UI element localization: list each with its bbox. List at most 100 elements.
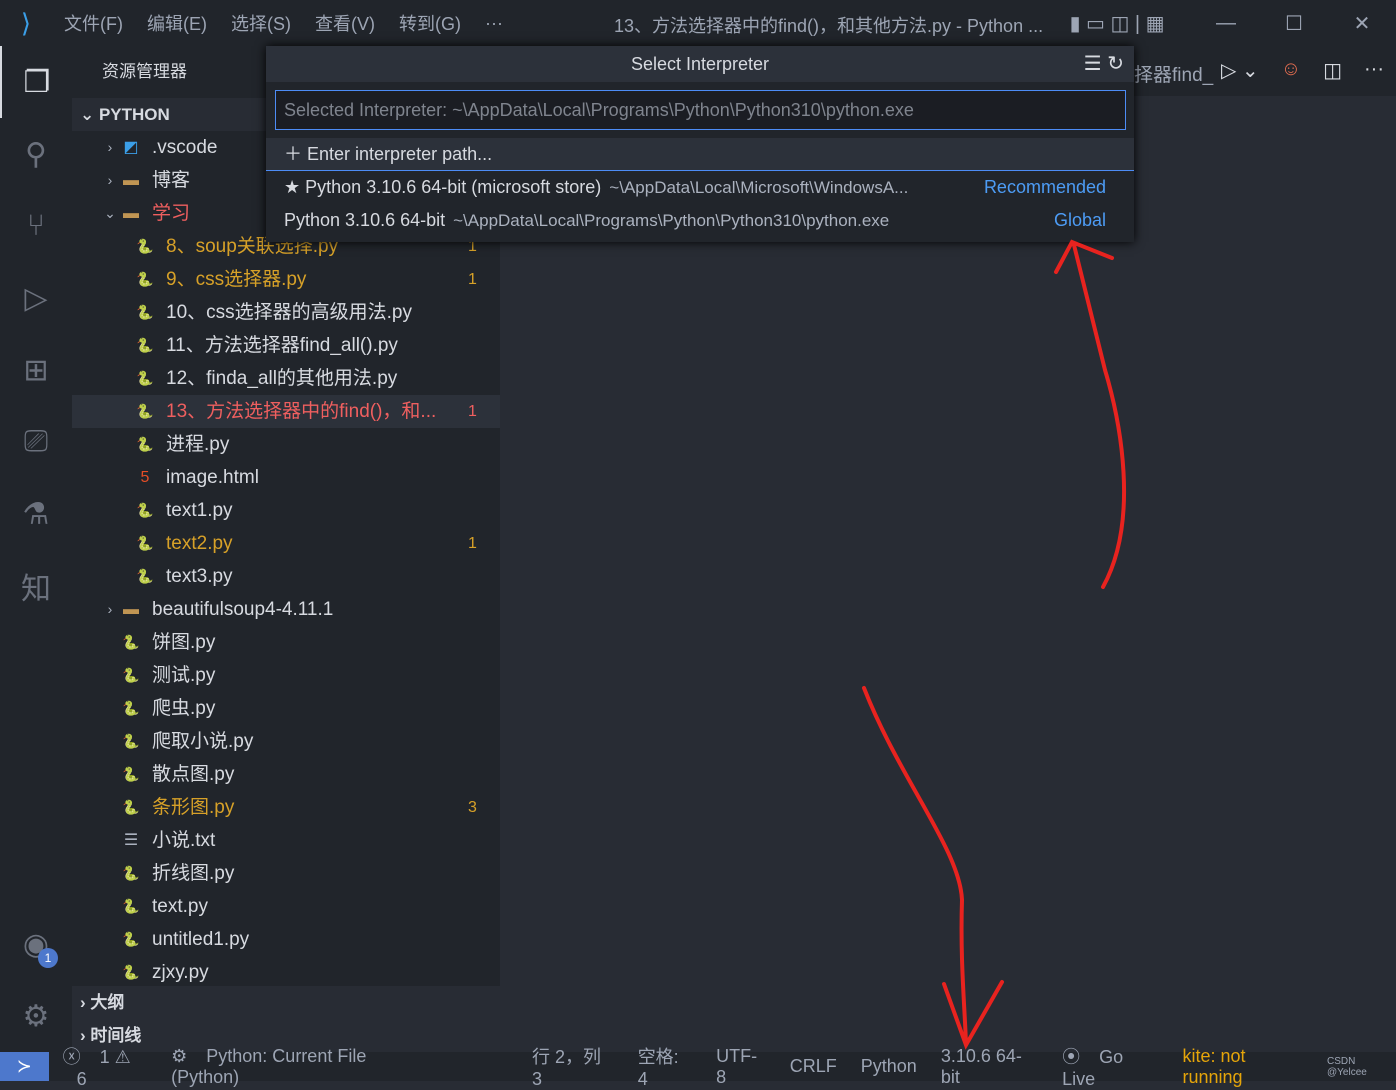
encoding[interactable]: UTF-8 [716, 1046, 766, 1088]
tree-item-label: text1.py [166, 500, 233, 521]
menu-selection[interactable]: 选择(S) [219, 10, 303, 36]
menu-view[interactable]: 查看(V) [303, 10, 387, 36]
tree-item-label: 13、方法选择器中的find()，和... [166, 401, 437, 422]
text-file-icon: ☰ [123, 832, 139, 849]
menu-more[interactable]: ··· [473, 13, 515, 34]
problem-badge: 1 [468, 535, 477, 552]
accounts-icon[interactable]: ◉ 1 [0, 908, 72, 980]
python-icon: 🐍 [122, 634, 140, 650]
tree-item-label: 散点图.py [152, 764, 235, 785]
tree-item[interactable]: 🐍 条形图.py 3 [72, 791, 500, 824]
problem-badge: 1 [468, 271, 477, 288]
tree-item[interactable]: 🐍 进程.py [72, 428, 500, 461]
menu-edit[interactable]: 编辑(E) [135, 10, 219, 36]
explorer-icon[interactable]: ❐ [0, 46, 72, 118]
interpreter-option[interactable]: ★ Python 3.10.6 64-bit (microsoft store)… [266, 171, 1134, 204]
remote-icon[interactable]: ≻ [0, 1052, 49, 1081]
maximize-button[interactable]: ☐ [1260, 11, 1328, 36]
tree-item-label: 小说.txt [152, 830, 216, 851]
clear-icon[interactable]: ☰ [1084, 53, 1102, 75]
option-desc: ~\AppData\Local\Microsoft\WindowsA... [609, 178, 909, 197]
tree-item-label: 学习 [152, 203, 191, 224]
split-editor-icon[interactable]: ◫ [1323, 58, 1342, 83]
tree-item-label: zjxy.py [152, 962, 209, 983]
tab-partial-title[interactable]: 择器find_ [1134, 60, 1213, 87]
python-icon: 🐍 [122, 766, 140, 782]
quickpick-title: Select Interpreter [630, 54, 770, 74]
refresh-icon[interactable]: ↻ [1107, 53, 1124, 75]
tree-item[interactable]: 🐍 测试.py [72, 659, 500, 692]
interpreter-status[interactable]: 3.10.6 64-bit [941, 1046, 1038, 1088]
menu-go[interactable]: 转到(G) [387, 10, 473, 36]
tree-item[interactable]: 🐍 zjxy.py [72, 956, 500, 989]
run-icon[interactable]: ▷ ⌄ [1221, 58, 1259, 83]
tree-item[interactable]: 🐍 text2.py 1 [72, 527, 500, 560]
python-icon: 🐍 [136, 535, 154, 551]
tree-item[interactable]: 🐍 11、方法选择器find_all().py [72, 329, 500, 362]
problems-indicator[interactable]: ⓧ 1 ⚠ 6 [63, 1043, 158, 1090]
tree-item[interactable]: › ▬ beautifulsoup4-4.11.1 [72, 593, 500, 626]
python-icon: 🐍 [136, 370, 154, 386]
tree-item[interactable]: 🐍 散点图.py [72, 758, 500, 791]
close-button[interactable]: ✕ [1328, 11, 1396, 36]
zhihu-icon[interactable]: 知 [0, 550, 72, 622]
source-control-icon[interactable]: ⑂ [0, 190, 72, 262]
search-icon[interactable]: ⚲ [0, 118, 72, 190]
window-title: 13、方法选择器中的find()，和其他方法.py - Python ... [614, 16, 1044, 36]
activity-bar: ❐ ⚲ ⑂ ▷ ⊞ ⎚ ⚗ 知 ◉ 1 ⚙ [0, 46, 72, 1052]
language-mode[interactable]: Python [861, 1056, 917, 1077]
remote-explorer-icon[interactable]: ⎚ [0, 406, 72, 478]
tree-item[interactable]: 🐍 untitled1.py [72, 923, 500, 956]
menu-file[interactable]: 文件(F) [52, 10, 135, 36]
title-bar: ⟩ 文件(F) 编辑(E) 选择(S) 查看(V) 转到(G) ··· 13、方… [0, 0, 1396, 46]
tree-item[interactable]: 🐍 text.py [72, 890, 500, 923]
run-config-label: Python: Current File (Python) [171, 1045, 367, 1087]
tree-item[interactable]: 🐍 10、css选择器的高级用法.py [72, 296, 500, 329]
chevron-icon: ⌄ [104, 205, 116, 221]
outline-label: 大纲 [90, 993, 125, 1012]
testing-icon[interactable]: ⚗ [0, 478, 72, 550]
tree-item[interactable]: 🐍 爬取小说.py [72, 725, 500, 758]
settings-gear-icon[interactable]: ⚙ [0, 980, 72, 1052]
option-desc: ~\AppData\Local\Programs\Python\Python31… [453, 211, 890, 230]
tree-item[interactable]: 🐍 折线图.py [72, 857, 500, 890]
python-icon: 🐍 [136, 403, 154, 419]
interpreter-input[interactable]: Selected Interpreter: ~\AppData\Local\Pr… [275, 90, 1126, 130]
python-icon: 🐍 [136, 436, 154, 452]
run-config[interactable]: ⚙ Python: Current File (Python) [171, 1046, 432, 1088]
go-live-button[interactable]: ⦿ Go Live [1062, 1043, 1158, 1090]
layout-icon[interactable]: ▮ ▭ ◫ | ▦ [1042, 11, 1192, 36]
tree-item[interactable]: 🐍 爬虫.py [72, 692, 500, 725]
tree-item[interactable]: 🐍 text1.py [72, 494, 500, 527]
tree-item[interactable]: 🐍 text3.py [72, 560, 500, 593]
tree-item[interactable]: 5 image.html [72, 461, 500, 494]
cursor-position[interactable]: 行 2，列 3 [532, 1043, 614, 1090]
tree-item[interactable]: 🐍 饼图.py [72, 626, 500, 659]
extensions-icon[interactable]: ⊞ [0, 334, 72, 406]
option-label: Python 3.10.6 64-bit [284, 210, 446, 230]
tree-item-label: 条形图.py [152, 797, 235, 818]
more-actions-icon[interactable]: ··· [1364, 58, 1384, 83]
tree-item[interactable]: 🐍 13、方法选择器中的find()，和... 1 [72, 395, 500, 428]
interpreter-option[interactable]: Python 3.10.6 64-bit ~\AppData\Local\Prog… [266, 204, 1134, 237]
cat-icon[interactable]: ☺ [1281, 58, 1301, 83]
watermark: CSDN @Yelcee [1327, 1055, 1367, 1078]
tree-item-label: 测试.py [152, 665, 216, 686]
kite-status[interactable]: kite: not running [1182, 1046, 1307, 1088]
tree-item[interactable]: 🐍 12、finda_all的其他用法.py [72, 362, 500, 395]
enter-interpreter-path-item[interactable]: ＋ Enter interpreter path... [266, 138, 1134, 171]
tree-item[interactable]: ☰ 小说.txt [72, 824, 500, 857]
minimize-button[interactable]: — [1192, 12, 1260, 35]
python-icon: 🐍 [122, 931, 140, 947]
tree-item-label: text3.py [166, 566, 233, 587]
run-debug-icon[interactable]: ▷ [0, 262, 72, 334]
python-icon: 🐍 [122, 898, 140, 914]
tree-item-label: text.py [152, 896, 208, 917]
select-interpreter-quickpick: Select Interpreter ☰ ↻ Selected Interpre… [266, 46, 1134, 242]
eol[interactable]: CRLF [790, 1056, 837, 1077]
section-outline[interactable]: › 大纲 [72, 986, 500, 1019]
python-icon: 🐍 [136, 271, 154, 287]
tree-item[interactable]: 🐍 9、css选择器.py 1 [72, 263, 500, 296]
indentation[interactable]: 空格: 4 [638, 1043, 692, 1090]
tree-item-label: 博客 [152, 170, 191, 191]
